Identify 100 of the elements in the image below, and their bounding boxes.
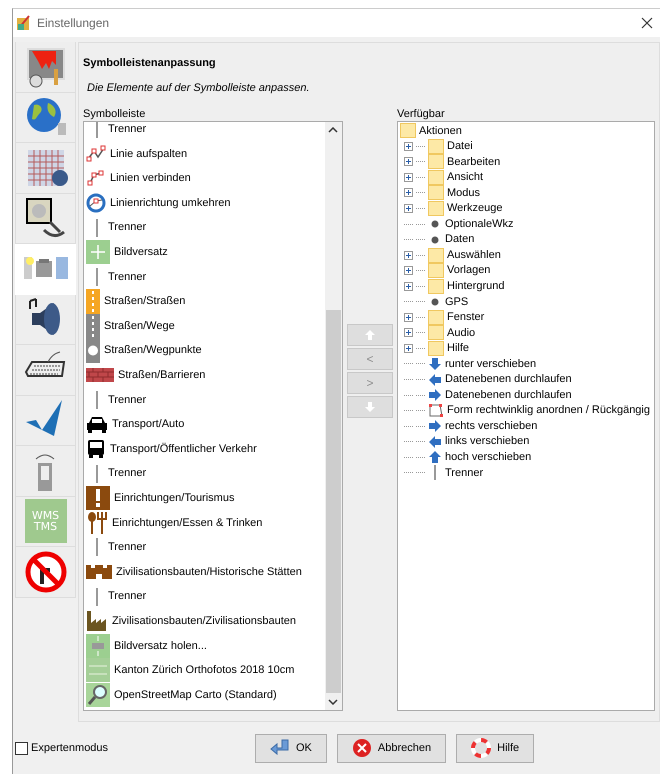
folder-icon: [428, 325, 444, 340]
list-item[interactable]: Trenner: [108, 588, 146, 605]
checkbox-label: Expertenmodus: [31, 740, 108, 756]
list-item[interactable]: Trenner: [108, 268, 146, 286]
tree-item[interactable]: hoch verschieben: [445, 449, 532, 466]
cancel-icon: [352, 738, 372, 758]
tree-item[interactable]: OptionaleWkz: [445, 216, 514, 232]
left-arrow-icon: [428, 372, 442, 387]
tree-label: Verfügbar: [397, 108, 446, 120]
settings-tab[interactable]: [15, 345, 76, 396]
expand-icon[interactable]: [404, 172, 413, 182]
expand-icon[interactable]: [404, 250, 413, 260]
folder-icon: [428, 170, 444, 185]
list-item[interactable]: Bildversatz: [114, 244, 168, 261]
dialog-button[interactable]: OK: [255, 734, 327, 762]
tree-item[interactable]: Auswählen: [447, 246, 501, 264]
list-item[interactable]: Transport/Auto: [112, 416, 184, 433]
dialog-button[interactable]: Abbrechen: [336, 734, 446, 762]
tree-item[interactable]: Hilfe: [447, 340, 470, 357]
close-icon[interactable]: [640, 16, 654, 30]
settings-tab[interactable]: [15, 294, 76, 345]
list-item[interactable]: Einrichtungen/Tourismus: [114, 490, 234, 506]
list-item[interactable]: Trenner: [108, 219, 146, 236]
tree-item[interactable]: Aktionen: [419, 122, 462, 140]
scrollbar[interactable]: [325, 122, 342, 710]
scroll-down-icon: [328, 699, 338, 705]
list-item[interactable]: Straßen/Barrieren: [118, 366, 206, 384]
expand-icon[interactable]: [404, 266, 413, 276]
tree-item[interactable]: Fenster: [447, 309, 484, 326]
list-item[interactable]: Kanton Zürich Orthofotos 2018 10cm: [114, 662, 294, 679]
panel-title: Symbolleistenanpassung: [83, 56, 217, 71]
tree-item[interactable]: Werkzeuge: [447, 200, 502, 217]
folder-icon: [428, 248, 444, 263]
list-item[interactable]: Linienrichtung umkehren: [110, 194, 230, 212]
list-item[interactable]: Zivilisationsbauten/Historische Stätten: [116, 564, 302, 580]
list-item[interactable]: Trenner: [108, 465, 146, 482]
list-item[interactable]: Straßen/Straßen: [104, 293, 186, 310]
tree-item[interactable]: Modus: [447, 184, 480, 202]
expand-icon[interactable]: [404, 204, 413, 213]
expand-icon[interactable]: [404, 157, 413, 166]
expert-mode-checkbox[interactable]: [15, 742, 28, 754]
folder-icon: [400, 123, 416, 138]
settings-tab[interactable]: [15, 547, 76, 598]
no-entry-sign-icon: [24, 550, 68, 594]
list-item[interactable]: Trenner: [108, 122, 146, 138]
expand-icon[interactable]: [404, 312, 413, 322]
tree-item[interactable]: Vorlagen: [447, 262, 490, 279]
list-item[interactable]: Zivilisationsbauten/Zivilisationsbauten: [112, 612, 296, 630]
tree-item[interactable]: Daten: [445, 231, 474, 248]
dialog-button[interactable]: Hilfe: [456, 734, 534, 762]
tree-item[interactable]: Datenebenen durchlaufen: [445, 386, 572, 404]
right-arrow-icon: [428, 388, 442, 402]
folder-icon: [428, 278, 444, 294]
list-item[interactable]: Bildversatz holen...: [114, 638, 207, 654]
scrollbar-thumb[interactable]: [326, 310, 341, 693]
down-arrow-icon: [364, 401, 376, 413]
expand-icon[interactable]: [404, 142, 413, 151]
tree-item[interactable]: Bearbeiten: [447, 154, 500, 170]
path-icon: [86, 314, 100, 339]
expand-icon[interactable]: [404, 282, 413, 291]
up-arrow-icon: [428, 450, 442, 464]
tree-item[interactable]: runter verschieben: [445, 356, 536, 372]
expand-icon[interactable]: [404, 328, 413, 338]
list-item[interactable]: Linien verbinden: [110, 170, 191, 187]
reverse-direction-icon: [86, 193, 106, 214]
down-arrow-icon: [428, 356, 442, 371]
tree-item[interactable]: Form rechtwinklig anordnen / Rückgängig: [447, 402, 650, 419]
tree-item[interactable]: Hintergrund: [447, 278, 504, 294]
tree-item[interactable]: Trenner: [445, 464, 484, 482]
tree-item[interactable]: Ansicht: [447, 169, 484, 186]
list-item[interactable]: Linie aufspalten: [110, 146, 188, 162]
tree-item[interactable]: rechts verschieben: [445, 418, 538, 434]
split-line-icon: [86, 144, 106, 163]
exclamation-icon: [86, 486, 110, 510]
folder-icon: [428, 154, 444, 170]
list-item[interactable]: Trenner: [108, 392, 146, 408]
list-item[interactable]: Einrichtungen/Essen & Trinken: [112, 514, 262, 532]
list-item[interactable]: OpenStreetMap Carto (Standard): [114, 686, 277, 704]
right-arrow-icon: [428, 419, 442, 434]
list-item[interactable]: Trenner: [108, 539, 146, 556]
settings-tab[interactable]: [15, 194, 76, 244]
folder-icon: [428, 201, 444, 216]
tree-item[interactable]: Datei: [447, 138, 473, 155]
list-item[interactable]: Straßen/Wege: [104, 318, 175, 334]
folder-icon: [428, 138, 444, 154]
tree-item[interactable]: links verschieben: [445, 433, 530, 450]
map-offset-icon: [86, 634, 110, 658]
tree-item[interactable]: GPS: [445, 294, 468, 310]
expand-icon[interactable]: [404, 188, 413, 198]
square-shape-icon: [428, 403, 444, 418]
tile-label: TMS: [34, 521, 58, 533]
list-item[interactable]: Transport/Öffentlicher Verkehr: [110, 440, 257, 458]
folder-icon: [428, 340, 444, 356]
tree-item[interactable]: Datenebenen durchlaufen: [445, 371, 572, 388]
settings-tab[interactable]: [15, 143, 76, 194]
left-arrow-icon: [428, 434, 442, 449]
list-item[interactable]: Straßen/Wegpunkte: [104, 342, 202, 359]
tree-item[interactable]: Audio: [447, 324, 476, 342]
bus-icon: [86, 439, 106, 460]
expand-icon[interactable]: [404, 344, 413, 353]
